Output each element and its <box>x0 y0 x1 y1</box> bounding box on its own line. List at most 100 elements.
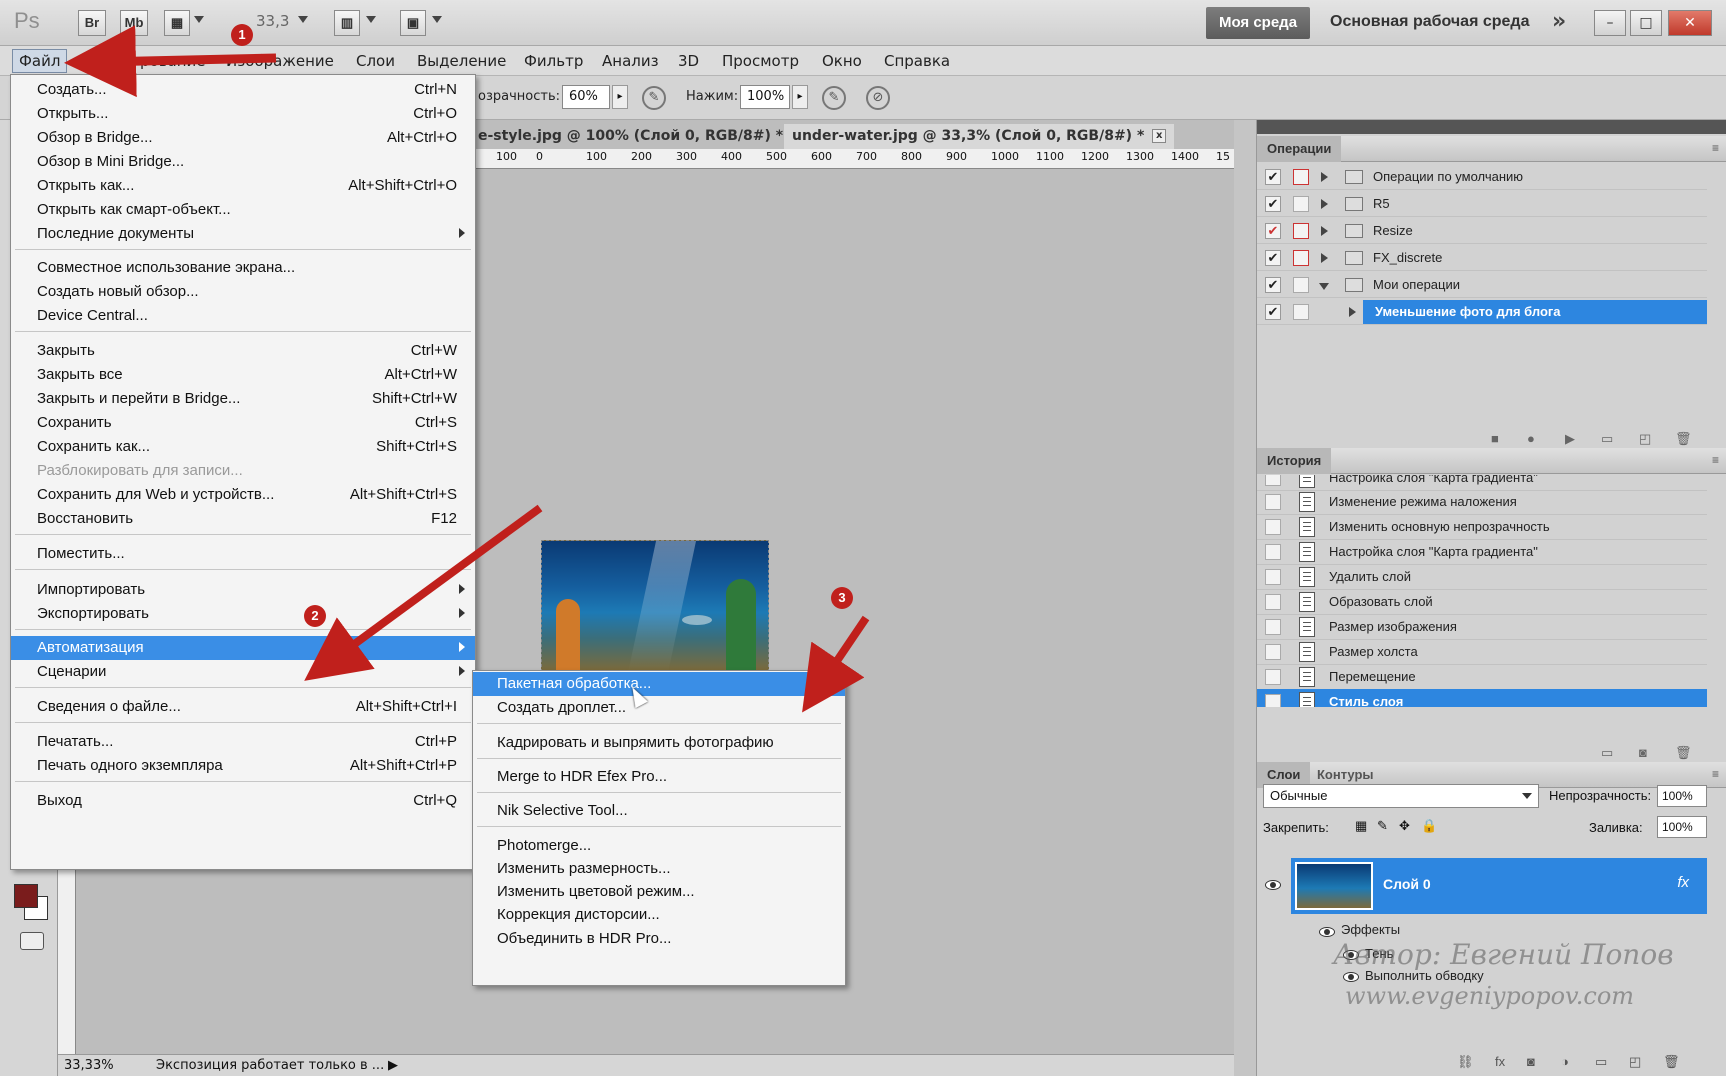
action-set-row[interactable]: ✔ Мои операции <box>1257 272 1707 298</box>
folder-icon <box>1345 224 1363 238</box>
action-set-row[interactable]: ✔ Resize <box>1257 218 1707 244</box>
new-layer-icon[interactable]: ◰ <box>1629 1054 1641 1070</box>
history-state-icon <box>1299 475 1315 488</box>
history-row[interactable]: Перемещение <box>1257 664 1707 690</box>
annotation-step-1: 1 <box>231 24 253 46</box>
history-state-icon <box>1299 592 1315 612</box>
history-state-icon <box>1299 617 1315 637</box>
lock-paint-icon[interactable]: ✎ <box>1377 818 1388 834</box>
layer-name: Слой 0 <box>1383 876 1431 892</box>
annotation-step-2: 2 <box>304 605 326 627</box>
history-state-icon <box>1299 492 1315 512</box>
dialog-toggle[interactable] <box>1293 250 1309 266</box>
history-row[interactable]: Удалить слой <box>1257 564 1707 590</box>
lock-transparency-icon[interactable]: ▦ <box>1355 818 1367 834</box>
toggle-checkbox[interactable]: ✔ <box>1265 250 1281 266</box>
new-action-icon[interactable]: ◰ <box>1639 431 1651 447</box>
dialog-toggle[interactable] <box>1293 196 1309 212</box>
actions-panel-header: Операции ≡ <box>1257 136 1726 162</box>
history-state-icon <box>1299 517 1315 537</box>
layer-mask-icon[interactable]: ◙ <box>1527 1054 1535 1069</box>
history-state-icon <box>1299 567 1315 587</box>
stop-icon[interactable]: ■ <box>1491 431 1499 446</box>
action-row-selected[interactable]: ✔ Уменьшение фото для блога <box>1257 299 1707 325</box>
folder-icon <box>1345 278 1363 292</box>
right-panels: Операции ≡ ✔ Операции по умолчанию ✔ R5 … <box>1256 120 1726 1076</box>
action-set-row[interactable]: ✔ Операции по умолчанию <box>1257 164 1707 190</box>
effects-visibility-icon[interactable] <box>1319 927 1335 937</box>
layer-style-icon[interactable]: fx <box>1495 1054 1505 1069</box>
watermark-url: www.evgeniypopov.com <box>1345 982 1635 1010</box>
history-row-selected[interactable]: Стиль слоя <box>1257 689 1707 707</box>
fill-input[interactable]: 100% <box>1657 816 1707 838</box>
watermark-author: Автор: Евгений Попов <box>1333 938 1674 971</box>
dialog-toggle[interactable] <box>1293 169 1309 185</box>
history-row[interactable]: Размер холста <box>1257 639 1707 665</box>
history-state-icon <box>1299 692 1315 707</box>
layer-visibility-icon[interactable] <box>1265 880 1281 890</box>
history-row[interactable]: Изменить основную непрозрачность <box>1257 514 1707 540</box>
layer-row-selected[interactable]: Слой 0 fx <box>1291 858 1707 914</box>
expand-icon[interactable] <box>1321 199 1328 209</box>
history-list: Настройка слоя "Карта градиента" Изменен… <box>1257 475 1726 707</box>
play-icon[interactable]: ▶ <box>1565 431 1575 447</box>
blend-mode-select[interactable]: Обычные <box>1263 784 1539 808</box>
panel-collapse-bar[interactable] <box>1257 120 1726 134</box>
toggle-checkbox[interactable]: ✔ <box>1265 304 1281 320</box>
panel-menu-icon[interactable]: ≡ <box>1712 141 1719 155</box>
expand-icon[interactable] <box>1321 172 1328 182</box>
lock-position-icon[interactable]: ✥ <box>1399 818 1410 834</box>
dialog-toggle[interactable] <box>1293 277 1309 293</box>
adjustment-layer-icon[interactable]: ◑ <box>1561 1054 1569 1069</box>
layer-fx-icon[interactable]: fx <box>1677 874 1689 891</box>
link-layers-icon[interactable]: ⛓ <box>1457 1054 1474 1070</box>
folder-icon <box>1345 251 1363 265</box>
history-row[interactable]: Изменение режима наложения <box>1257 489 1707 515</box>
toggle-checkbox[interactable]: ✔ <box>1265 169 1281 185</box>
trash-icon[interactable]: 🗑 <box>1675 745 1692 761</box>
opacity-label: Непрозрачность: <box>1549 788 1652 803</box>
history-panel-header: История ≡ <box>1257 448 1726 474</box>
move-tool-icon <box>1299 667 1315 687</box>
folder-icon <box>1345 170 1363 184</box>
annotation-arrow-3 <box>802 615 870 713</box>
tab-actions[interactable]: Операции <box>1257 136 1342 162</box>
chevron-down-icon <box>1522 793 1532 799</box>
tab-history[interactable]: История <box>1257 448 1332 474</box>
new-set-icon[interactable]: ▭ <box>1601 431 1613 447</box>
annotation-arrow-2 <box>304 504 543 681</box>
layers-footer: ⛓ fx ◙ ◑ ▭ ◰ 🗑 <box>1257 1050 1726 1074</box>
new-document-icon[interactable]: ▭ <box>1601 745 1613 761</box>
dialog-toggle[interactable] <box>1293 304 1309 320</box>
toggle-checkbox[interactable]: ✔ <box>1265 277 1281 293</box>
stroke-visibility-icon[interactable] <box>1343 972 1359 982</box>
annotation-step-3: 3 <box>831 587 853 609</box>
new-group-icon[interactable]: ▭ <box>1595 1054 1607 1070</box>
lock-all-icon[interactable]: 🔒 <box>1421 818 1437 834</box>
trash-icon[interactable]: 🗑 <box>1663 1054 1680 1070</box>
record-icon[interactable]: ● <box>1527 431 1535 446</box>
foreground-color-swatch-top[interactable] <box>14 884 38 908</box>
lock-label: Закрепить: <box>1263 820 1329 835</box>
expand-icon[interactable] <box>1349 307 1356 317</box>
history-row[interactable]: Размер изображения <box>1257 614 1707 640</box>
toggle-checkbox[interactable]: ✔ <box>1265 223 1281 239</box>
layer-opacity-input[interactable]: 100% <box>1657 785 1707 807</box>
history-state-icon <box>1299 642 1315 662</box>
toggle-checkbox[interactable]: ✔ <box>1265 196 1281 212</box>
action-set-row[interactable]: ✔ FX_discrete <box>1257 245 1707 271</box>
panel-menu-icon[interactable]: ≡ <box>1712 453 1719 467</box>
history-row[interactable]: Образовать слой <box>1257 589 1707 615</box>
action-set-row[interactable]: ✔ R5 <box>1257 191 1707 217</box>
snapshot-icon[interactable]: ◙ <box>1639 745 1647 760</box>
layer-thumbnail <box>1295 862 1373 910</box>
folder-icon <box>1345 197 1363 211</box>
dialog-toggle[interactable] <box>1293 223 1309 239</box>
trash-icon[interactable]: 🗑 <box>1675 431 1692 447</box>
panel-menu-icon[interactable]: ≡ <box>1712 767 1719 781</box>
effects-label: Эффекты <box>1341 922 1401 937</box>
expand-icon[interactable] <box>1321 253 1328 263</box>
expand-icon[interactable] <box>1321 226 1328 236</box>
history-row[interactable]: Настройка слоя "Карта градиента" <box>1257 539 1707 565</box>
collapse-icon[interactable] <box>1319 283 1329 290</box>
